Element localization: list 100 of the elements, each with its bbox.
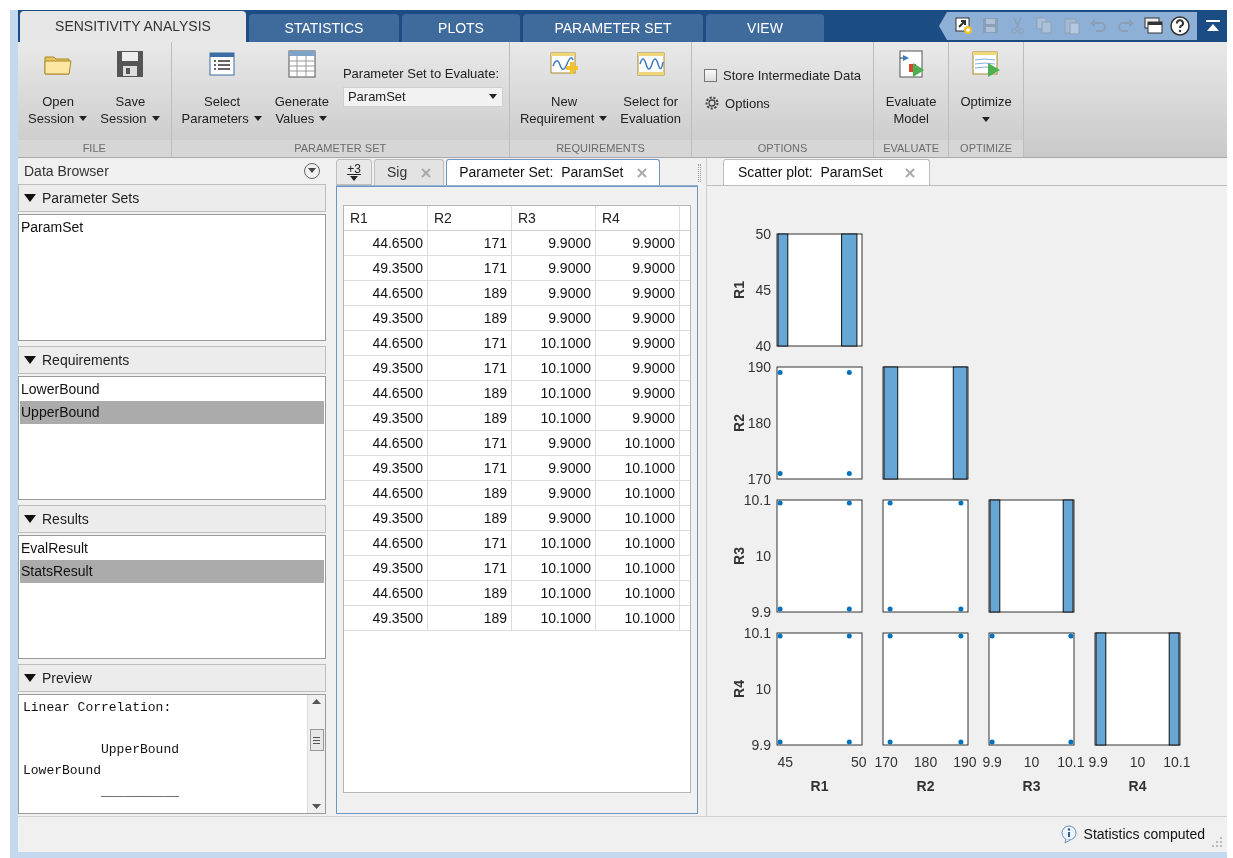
table-cell: 10.1000 bbox=[596, 431, 680, 455]
table-cell: 9.9000 bbox=[596, 281, 680, 305]
document-tab[interactable]: Parameter Set: ParamSet bbox=[446, 159, 661, 185]
tab-overflow-button[interactable]: +3 bbox=[336, 159, 372, 185]
list-item[interactable]: LowerBound bbox=[20, 378, 324, 401]
section-header[interactable]: Parameter Sets bbox=[18, 184, 326, 212]
table-cell: 44.6500 bbox=[344, 331, 428, 355]
table-cell: 49.3500 bbox=[344, 356, 428, 380]
table-cell: 10.1000 bbox=[596, 606, 680, 630]
parameter-set-dropdown[interactable]: ParamSet bbox=[342, 86, 503, 107]
axis-label: R4 bbox=[1128, 778, 1147, 794]
list-item[interactable]: StatsResult bbox=[20, 560, 324, 583]
section-header[interactable]: Results bbox=[18, 505, 326, 533]
table-cell: 10.1000 bbox=[512, 406, 596, 430]
list-item[interactable]: EvalResult bbox=[20, 537, 324, 560]
table-cell: 189 bbox=[428, 306, 512, 330]
table-cell: 9.9000 bbox=[596, 356, 680, 380]
caret-icon bbox=[487, 93, 498, 100]
tick-label: 170 bbox=[747, 471, 771, 487]
windows-icon[interactable] bbox=[1142, 15, 1164, 37]
table-cell: 9.9000 bbox=[512, 306, 596, 330]
table-cell: 10.1000 bbox=[512, 531, 596, 555]
info-icon bbox=[1059, 825, 1078, 844]
axis-label: R1 bbox=[731, 281, 747, 299]
tick-label: 180 bbox=[747, 415, 771, 431]
table-cell: 49.3500 bbox=[344, 306, 428, 330]
axis-label: R2 bbox=[916, 778, 935, 794]
table-cell: 49.3500 bbox=[344, 256, 428, 280]
tick-label: 190 bbox=[953, 754, 977, 770]
close-icon bbox=[421, 167, 432, 178]
tick-label: 40 bbox=[755, 338, 771, 354]
tick-label: 10.1 bbox=[1163, 754, 1191, 770]
ribbon-tab[interactable]: SENSITIVITY ANALYSIS bbox=[20, 11, 246, 42]
help-icon[interactable] bbox=[1169, 15, 1191, 37]
tick-label: 10.1 bbox=[743, 492, 771, 508]
tick-label: 9.9 bbox=[1088, 754, 1108, 770]
caret-icon bbox=[308, 168, 316, 174]
tick-label: 50 bbox=[851, 754, 867, 770]
store-data-checkbox[interactable]: Store Intermediate Data bbox=[704, 66, 862, 86]
ribbon-button[interactable]: Generate Values bbox=[270, 48, 333, 140]
list-item[interactable]: UpperBound bbox=[20, 401, 324, 424]
ribbon-tab[interactable]: PLOTS bbox=[402, 14, 520, 42]
plot-tab[interactable]: Scatter plot: ParamSet bbox=[723, 159, 930, 185]
close-icon bbox=[904, 167, 915, 178]
table-cell: 49.3500 bbox=[344, 506, 428, 530]
table-cell: 189 bbox=[428, 506, 512, 530]
new-window-icon[interactable] bbox=[953, 15, 975, 37]
scrollbar[interactable] bbox=[307, 695, 325, 813]
table-cell: 9.9000 bbox=[512, 231, 596, 255]
table-cell: 189 bbox=[428, 606, 512, 630]
ribbon-button[interactable]: Open Session bbox=[24, 48, 93, 140]
axis-label: R3 bbox=[1022, 778, 1041, 794]
tick-label: 180 bbox=[913, 754, 938, 770]
tick-label: 170 bbox=[874, 754, 898, 770]
ribbon-button[interactable]: New Requirement bbox=[515, 48, 613, 140]
group-label: FILE bbox=[18, 140, 171, 157]
ribbon-button[interactable]: Save Session bbox=[96, 48, 165, 140]
tick-label: 45 bbox=[755, 282, 771, 298]
ribbon-tab[interactable]: VIEW bbox=[706, 14, 824, 42]
table-cell: 10.1000 bbox=[596, 506, 680, 530]
scroll-down-icon[interactable] bbox=[312, 804, 321, 809]
table-cell: 10.1000 bbox=[512, 556, 596, 580]
table-cell: 171 bbox=[428, 231, 512, 255]
scroll-up-icon[interactable] bbox=[312, 699, 321, 704]
table-cell: 44.6500 bbox=[344, 581, 428, 605]
combo-label: Parameter Set to Evaluate: bbox=[342, 65, 500, 83]
caret-icon bbox=[349, 174, 359, 182]
section-header[interactable]: Requirements bbox=[18, 346, 326, 374]
tick-label: 10.1 bbox=[743, 625, 771, 641]
axis-label: R3 bbox=[731, 547, 747, 565]
table-cell: 9.9000 bbox=[596, 331, 680, 355]
table-cell: 44.6500 bbox=[344, 531, 428, 555]
ribbon-button[interactable]: Select for Evaluation bbox=[616, 48, 686, 140]
table-cell: 189 bbox=[428, 406, 512, 430]
ribbon-button[interactable]: Evaluate Model bbox=[880, 48, 943, 140]
group-label: REQUIREMENTS bbox=[509, 140, 692, 157]
tick-label: 10 bbox=[1129, 754, 1146, 770]
table-cell: 49.3500 bbox=[344, 606, 428, 630]
table-cell: 10.1000 bbox=[512, 331, 596, 355]
tick-label: 10 bbox=[755, 681, 771, 697]
table-cell: 9.9000 bbox=[596, 256, 680, 280]
ribbon-tab[interactable]: STATISTICS bbox=[249, 14, 399, 42]
table-cell: 49.3500 bbox=[344, 406, 428, 430]
group-label: OPTIONS bbox=[692, 140, 874, 157]
ribbon-button[interactable]: Select Parameters bbox=[177, 48, 267, 140]
section-header[interactable]: Preview bbox=[18, 664, 326, 692]
table-cell: 10.1000 bbox=[512, 606, 596, 630]
table-cell: 10.1000 bbox=[596, 531, 680, 555]
ribbon-tab[interactable]: PARAMETER SET bbox=[523, 14, 703, 42]
table-cell: 10.1000 bbox=[512, 581, 596, 605]
group-label: PARAMETER SET bbox=[171, 140, 509, 157]
ribbon-button[interactable]: Optimize bbox=[955, 48, 1018, 140]
document-tab[interactable]: Sig bbox=[374, 159, 445, 185]
table-cell: 44.6500 bbox=[344, 381, 428, 405]
tick-label: 50 bbox=[755, 226, 771, 242]
table-cell: 10.1000 bbox=[596, 581, 680, 605]
options-button[interactable]: Options bbox=[704, 93, 862, 113]
settings-icon bbox=[704, 95, 721, 112]
list-item[interactable]: ParamSet bbox=[20, 216, 324, 239]
table-cell: 171 bbox=[428, 431, 512, 455]
